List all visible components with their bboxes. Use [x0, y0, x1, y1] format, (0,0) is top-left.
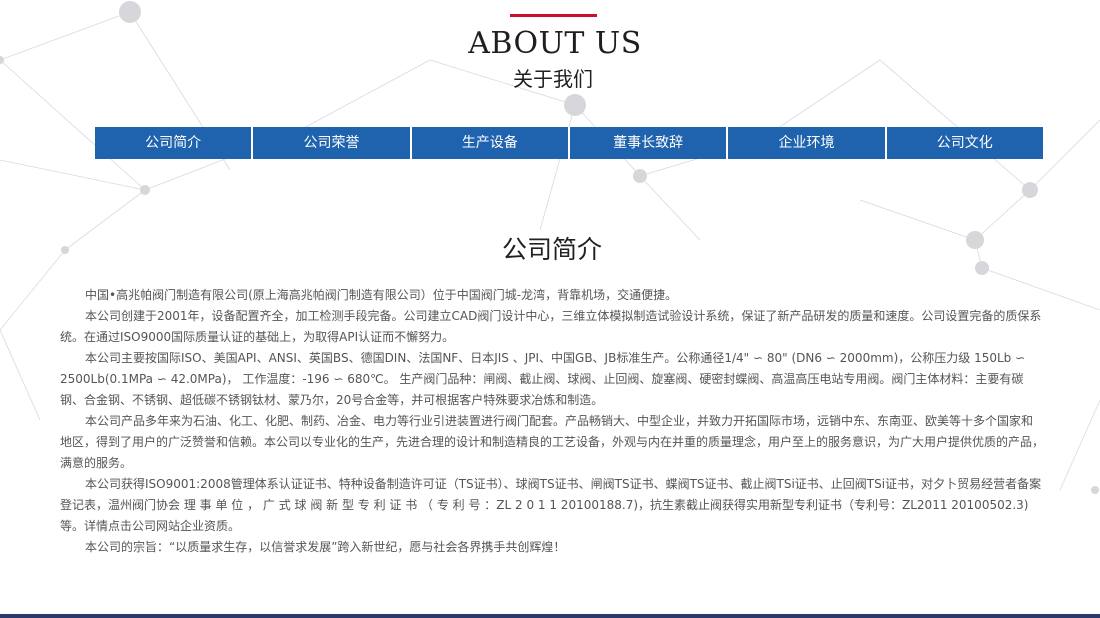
intro-paragraph: 本公司主要按国际ISO、美国API、ANSI、英国BS、德国DIN、法国NF、日…	[60, 351, 1026, 407]
page-title-cn: 关于我们	[513, 67, 593, 91]
company-intro-text: 中国•高兆帕阀门制造有限公司(原上海高兆帕阀门制造有限公司）位于中国阀门城-龙湾…	[60, 285, 1044, 558]
page-title-en: ABOUT US	[468, 26, 642, 61]
intro-paragraph: 中国•高兆帕阀门制造有限公司(原上海高兆帕阀门制造有限公司）位于中国阀门城-龙湾…	[85, 288, 678, 302]
title-accent-bar	[510, 14, 597, 17]
intro-paragraph: 本公司产品多年来为石油、化工、化肥、制药、冶金、电力等行业引进装置进行阀门配套。…	[60, 414, 1045, 470]
intro-paragraph: 本公司的宗旨：“以质量求生存，以信誉求发展”跨入新世纪，愿与社会各界携手共创辉煌…	[85, 540, 566, 554]
tab-company-honors[interactable]: 公司荣誉	[253, 127, 412, 159]
tab-production-equipment[interactable]: 生产设备	[411, 127, 570, 159]
tab-chairman-message[interactable]: 董事长致辞	[569, 127, 729, 159]
about-tab-nav: 公司简介 公司荣誉 生产设备 董事长致辞 企业环境 公司文化	[95, 127, 1043, 159]
section-title: 公司简介	[501, 235, 602, 264]
tab-company-profile[interactable]: 公司简介	[95, 127, 254, 159]
tab-company-environment[interactable]: 企业环境	[728, 127, 887, 159]
intro-paragraph: 本公司创建于2001年，设备配置齐全，加工检测手段完备。公司建立CAD阀门设计中…	[60, 309, 1042, 344]
tab-company-culture[interactable]: 公司文化	[886, 127, 1043, 159]
intro-paragraph: 本公司获得ISO9001:2008管理体系认证证书、特种设备制造许可证（TS证书…	[60, 477, 1042, 533]
